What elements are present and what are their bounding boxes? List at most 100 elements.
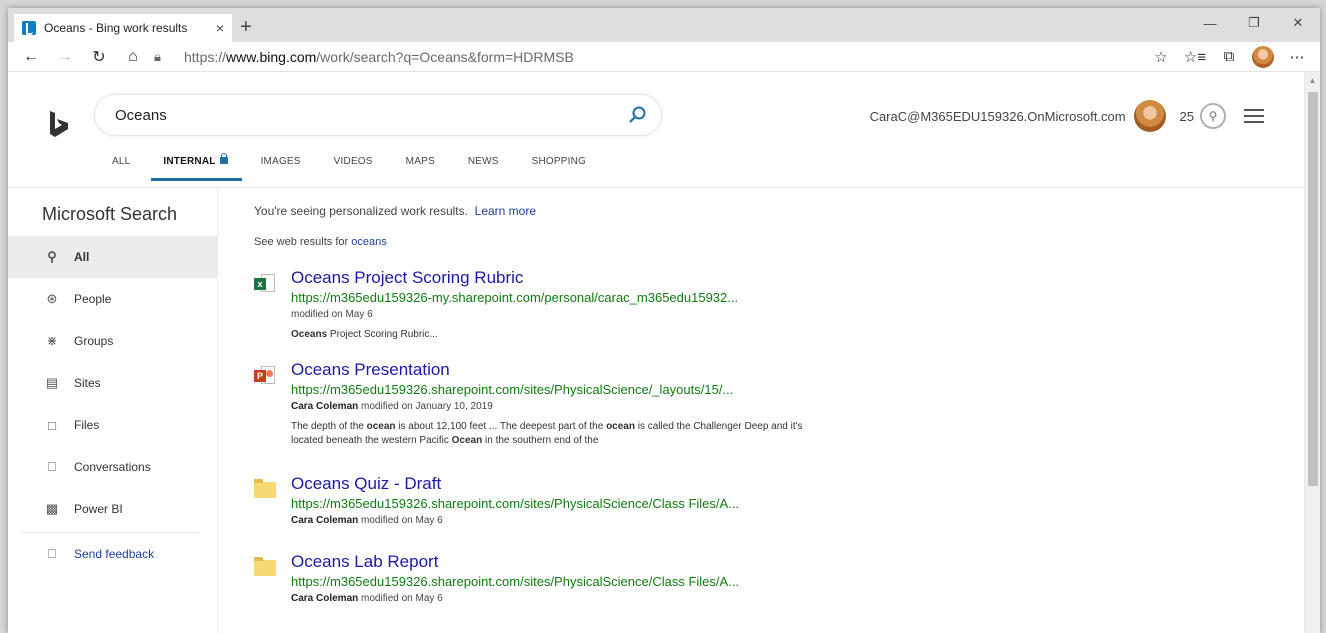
back-button[interactable]: ←: [14, 44, 48, 70]
rewards-trophy-icon[interactable]: ⚲: [1200, 103, 1226, 129]
new-tab-button[interactable]: +: [240, 14, 252, 42]
sidebar-item-conversations[interactable]: ⎕ Conversations: [8, 446, 217, 488]
search-icon: ⚲: [47, 249, 57, 264]
search-input[interactable]: [115, 106, 629, 124]
result-url: https://m365edu159326-my.sharepoint.com/…: [291, 290, 739, 305]
address-bar[interactable]: 🔒︎ https://www.bing.com/work/search?q=Oc…: [154, 44, 1144, 70]
url-scheme: https://: [184, 48, 227, 65]
result-url: https://m365edu159326.sharepoint.com/sit…: [291, 574, 740, 589]
refresh-button[interactable]: ↻: [82, 44, 116, 70]
result-meta: Cara Coleman modified on January 10, 201…: [291, 401, 814, 412]
snippet-text: is about 12,100 feet ... The deepest par…: [395, 421, 607, 432]
snippet-highlight: ocean: [606, 421, 635, 432]
tab-videos[interactable]: VIDEOS: [334, 156, 373, 181]
search-icon[interactable]: [629, 106, 647, 124]
lock-icon: [219, 153, 228, 164]
snippet-highlight: ocean: [366, 421, 396, 432]
tab-internal-label: INTERNAL: [163, 156, 216, 167]
profile-avatar[interactable]: [1252, 45, 1274, 68]
more-menu-icon[interactable]: ⋯: [1280, 44, 1314, 70]
personalized-notice: You're seeing personalized work results.…: [254, 204, 814, 218]
scroll-up-arrow-icon[interactable]: ▲: [1305, 72, 1320, 88]
powerpoint-icon: P: [254, 366, 276, 386]
account-avatar[interactable]: [1133, 100, 1166, 132]
sidebar-item-label: Power BI: [74, 502, 123, 516]
collections-icon[interactable]: ⧉: [1212, 44, 1246, 70]
tab-all[interactable]: ALL: [112, 156, 130, 181]
result-meta: modified on May 6: [291, 309, 373, 320]
result-snippet: Oceans Project Scoring Rubric...: [291, 328, 814, 342]
scope-tabs: ALL INTERNAL IMAGES VIDEOS MAPS NEWS SHO…: [112, 153, 619, 181]
result-modified: modified on January 10, 2019: [358, 401, 493, 412]
sites-icon: ▤: [45, 375, 59, 390]
groups-icon: ⋇: [46, 333, 58, 348]
left-navigation: Microsoft Search ⚲ All ⊛ People ⋇ Groups…: [8, 188, 218, 633]
feedback-icon: ⎕: [48, 546, 56, 561]
page-scrollbar[interactable]: ▲: [1304, 72, 1320, 633]
result-item: P Oceans Presentation https://m365edu159…: [254, 360, 814, 448]
favorites-list-icon[interactable]: ☆≡: [1178, 44, 1212, 70]
result-author: Cara Coleman: [291, 401, 359, 412]
web-results-line: See web results for oceans: [254, 236, 814, 248]
sidebar-item-people[interactable]: ⊛ People: [8, 278, 217, 320]
tab-shopping[interactable]: SHOPPING: [532, 156, 586, 181]
result-meta: Cara Coleman modified on May 6: [291, 515, 814, 526]
result-author: Cara Coleman: [291, 515, 359, 526]
result-title-link[interactable]: Oceans Lab Report: [291, 552, 814, 572]
sidebar-item-all[interactable]: ⚲ All: [8, 236, 217, 278]
reward-points[interactable]: 25: [1180, 109, 1194, 124]
url-host: www.bing.com: [226, 48, 317, 65]
folder-icon: [254, 479, 276, 498]
search-box: [94, 94, 662, 136]
tab-close-icon[interactable]: ×: [216, 20, 224, 36]
files-icon: □: [48, 417, 56, 433]
result-title-link[interactable]: Oceans Quiz - Draft: [291, 474, 814, 494]
send-feedback-label: Send feedback: [74, 547, 155, 561]
snippet-highlight: Ocean: [451, 435, 483, 446]
send-feedback-link[interactable]: ⎕ Send feedback: [8, 533, 217, 575]
scrollbar-thumb[interactable]: [1308, 92, 1318, 486]
excel-icon: x: [254, 274, 276, 294]
bing-favicon-icon: [22, 21, 36, 35]
result-snippet: The depth of the ocean is about 12,100 f…: [291, 420, 814, 448]
minimize-button[interactable]: —: [1188, 8, 1232, 38]
result-item: x Oceans Project Scoring Rubric https://…: [254, 268, 814, 342]
tab-news[interactable]: NEWS: [468, 156, 499, 181]
tab-internal[interactable]: INTERNAL: [151, 153, 242, 181]
conversations-icon: ⎕: [48, 459, 56, 474]
snippet-highlight: Oceans: [291, 329, 328, 340]
sidebar-item-label: Groups: [74, 334, 114, 348]
notice-text: You're seeing personalized work results.: [254, 204, 468, 218]
result-title-link[interactable]: Oceans Presentation: [291, 360, 814, 380]
result-modified: modified on May 6: [358, 515, 443, 526]
tab-images[interactable]: IMAGES: [261, 156, 301, 181]
tab-maps[interactable]: MAPS: [406, 156, 435, 181]
learn-more-link[interactable]: Learn more: [475, 204, 536, 218]
forward-button[interactable]: →: [48, 44, 82, 70]
sidebar-item-label: All: [74, 250, 90, 264]
account-email[interactable]: CaraC@M365EDU159326.OnMicrosoft.com: [870, 109, 1126, 124]
sidebar-item-sites[interactable]: ▤ Sites: [8, 362, 217, 404]
result-author: Cara Coleman: [291, 593, 359, 604]
sidebar-item-label: Sites: [74, 376, 101, 390]
bing-logo[interactable]: [48, 110, 70, 138]
sidebar-item-groups[interactable]: ⋇ Groups: [8, 320, 217, 362]
power-bi-icon: ▩: [45, 501, 59, 516]
favorite-star-icon[interactable]: ☆: [1144, 44, 1178, 70]
restore-button[interactable]: ❐: [1232, 8, 1276, 38]
sidebar-item-label: People: [74, 292, 112, 306]
hamburger-menu-icon[interactable]: [1244, 109, 1264, 123]
close-window-button[interactable]: ✕: [1276, 8, 1320, 38]
browser-tab[interactable]: Oceans - Bing work results ×: [14, 14, 232, 42]
browser-toolbar-right: ☆ ☆≡ ⧉ ⋯: [1144, 44, 1314, 70]
sidebar-item-power-bi[interactable]: ▩ Power BI: [8, 488, 217, 530]
home-button[interactable]: ⌂: [116, 44, 150, 70]
results-column: You're seeing personalized work results.…: [254, 204, 814, 604]
folder-icon: [254, 557, 276, 576]
sidebar-item-files[interactable]: □ Files: [8, 404, 217, 446]
web-results-link[interactable]: oceans: [351, 236, 386, 248]
result-title-link[interactable]: Oceans Project Scoring Rubric: [291, 268, 814, 288]
result-item: Oceans Quiz - Draft https://m365edu15932…: [254, 474, 814, 526]
sidebar-item-label: Conversations: [74, 460, 151, 474]
snippet-text: Project Scoring Rubric...: [327, 329, 438, 340]
